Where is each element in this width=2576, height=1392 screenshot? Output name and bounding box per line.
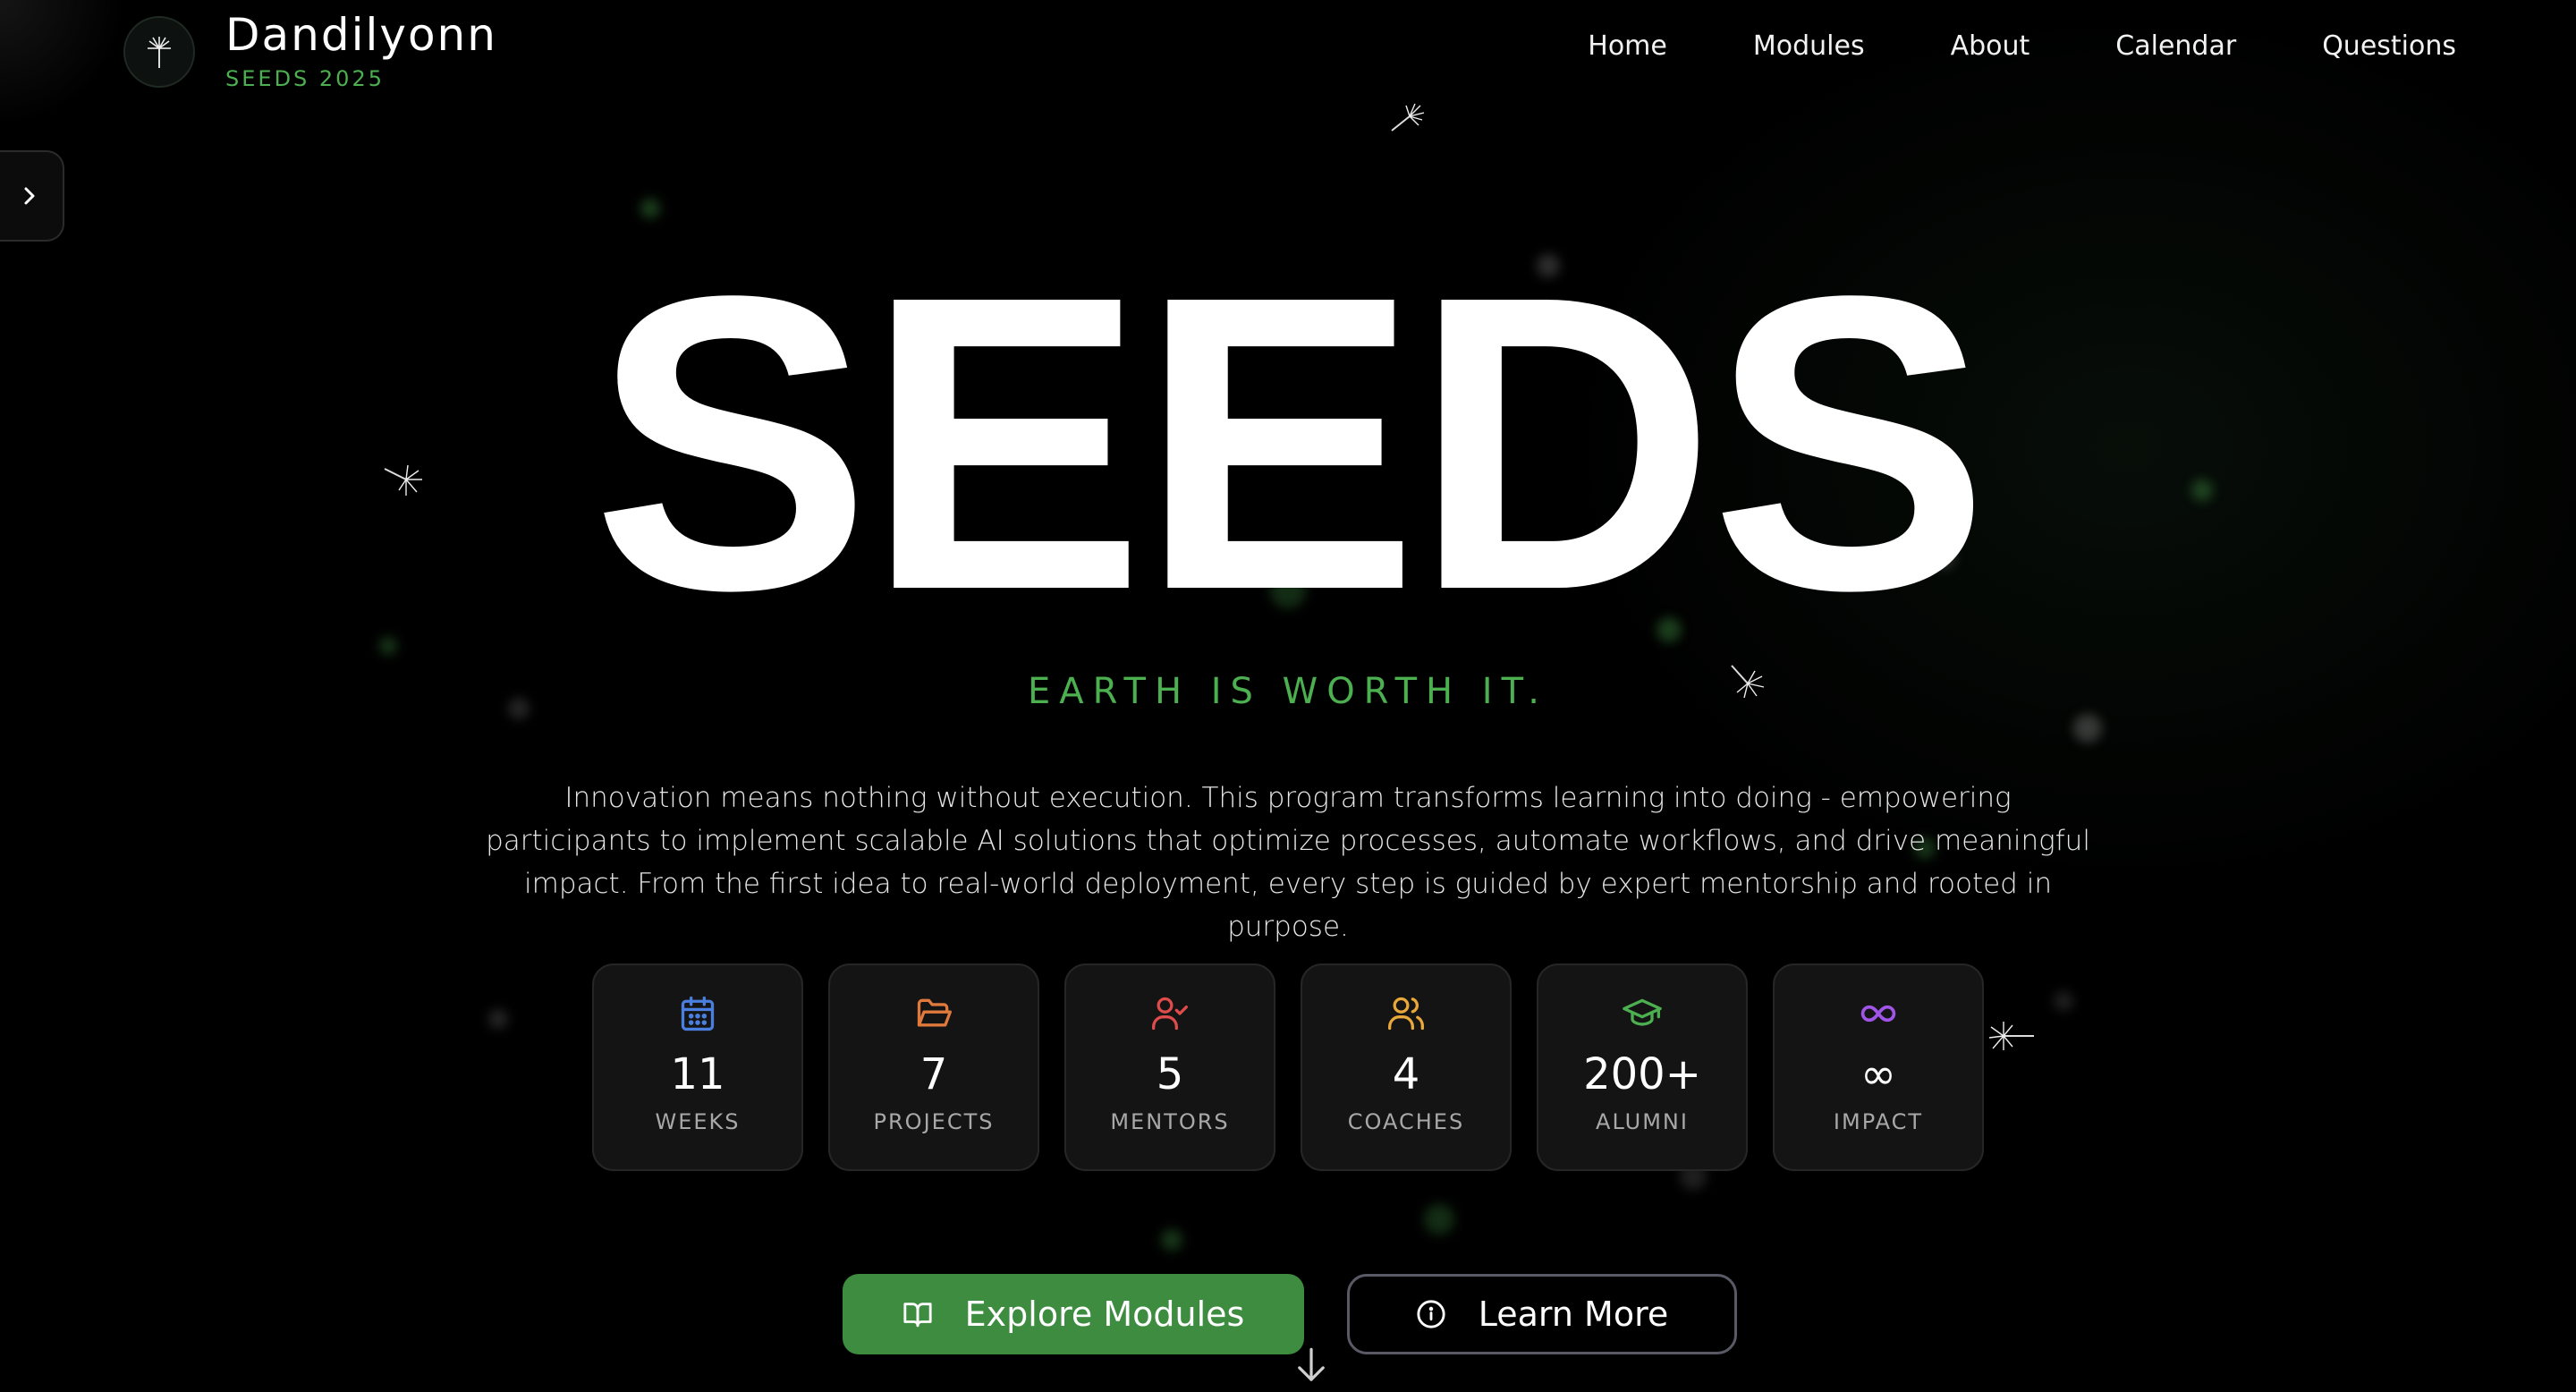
- stat-card-mentors: 5 MENTORS: [1064, 963, 1275, 1171]
- particle-glow: [2054, 991, 2073, 1011]
- stat-value: ∞: [1860, 1049, 1896, 1099]
- page: Dandilyonn SEEDS 2025 Home Modules About…: [0, 0, 2576, 1392]
- chevron-right-icon: [24, 187, 35, 205]
- hero-tagline: EARTH IS WORTH IT.: [1028, 671, 1548, 712]
- arrow-down-icon[interactable]: [1295, 1345, 1327, 1385]
- particle-glow: [1424, 1204, 1454, 1235]
- folder-open-icon: [912, 992, 955, 1035]
- dandelion-seed-icon: [1988, 1022, 2034, 1050]
- stat-card-impact: ∞ IMPACT: [1773, 963, 1984, 1171]
- nav-calendar[interactable]: Calendar: [2115, 30, 2236, 62]
- book-open-icon: [903, 1303, 932, 1328]
- brand-subtitle: SEEDS 2025: [225, 66, 385, 91]
- stat-card-projects: 7 PROJECTS: [828, 963, 1039, 1171]
- dandelion-seed-icon: [1391, 103, 1425, 132]
- stat-label: COACHES: [1347, 1108, 1465, 1134]
- info-icon: [1417, 1300, 1445, 1328]
- main-nav: Home Modules About Calendar Questions: [1502, 30, 2456, 62]
- particle-glow: [488, 1009, 508, 1029]
- stat-card-coaches: 4 COACHES: [1301, 963, 1512, 1171]
- stat-value: 5: [1156, 1049, 1184, 1099]
- explore-modules-button[interactable]: Explore Modules: [843, 1274, 1304, 1354]
- stat-label: PROJECTS: [873, 1108, 995, 1134]
- stat-label: MENTORS: [1110, 1108, 1230, 1134]
- graduation-cap-icon: [1621, 992, 1664, 1035]
- stat-value: 11: [670, 1049, 725, 1099]
- hero-intro: Innovation means nothing without executi…: [486, 782, 2090, 943]
- stat-value: 200+: [1583, 1049, 1701, 1099]
- explore-modules-label: Explore Modules: [964, 1294, 1245, 1334]
- stat-label: IMPACT: [1833, 1108, 1924, 1134]
- nav-questions[interactable]: Questions: [2322, 30, 2456, 62]
- dandelion-icon: [123, 16, 195, 88]
- users-icon: [1385, 992, 1428, 1035]
- nav-about[interactable]: About: [1951, 30, 2030, 62]
- stat-label: ALUMNI: [1596, 1108, 1689, 1134]
- stat-card-alumni: 200+ ALUMNI: [1537, 963, 1748, 1171]
- stat-value: 4: [1392, 1049, 1420, 1099]
- infinity-icon: [1857, 992, 1900, 1035]
- stat-label: WEEKS: [655, 1108, 741, 1134]
- brand[interactable]: Dandilyonn SEEDS 2025: [123, 13, 497, 91]
- stat-card-weeks: 11 WEEKS: [592, 963, 803, 1171]
- sidebar-toggle-button[interactable]: [0, 150, 64, 242]
- particle-glow: [1161, 1229, 1182, 1251]
- stat-value: 7: [919, 1049, 948, 1099]
- particle-glow: [2073, 714, 2102, 743]
- calendar-icon: [676, 992, 719, 1035]
- nav-modules[interactable]: Modules: [1753, 30, 1865, 62]
- learn-more-button[interactable]: Learn More: [1347, 1274, 1737, 1354]
- nav-home[interactable]: Home: [1588, 30, 1667, 62]
- learn-more-label: Learn More: [1478, 1294, 1669, 1334]
- stats-row: 11 WEEKS 7 PROJECTS 5 MENTORS 4 COACHES …: [592, 963, 1984, 1171]
- hero-title: SEEDS: [591, 209, 1990, 677]
- brand-text: Dandilyonn SEEDS 2025: [225, 13, 497, 91]
- user-check-icon: [1148, 992, 1191, 1035]
- brand-name: Dandilyonn: [225, 9, 497, 61]
